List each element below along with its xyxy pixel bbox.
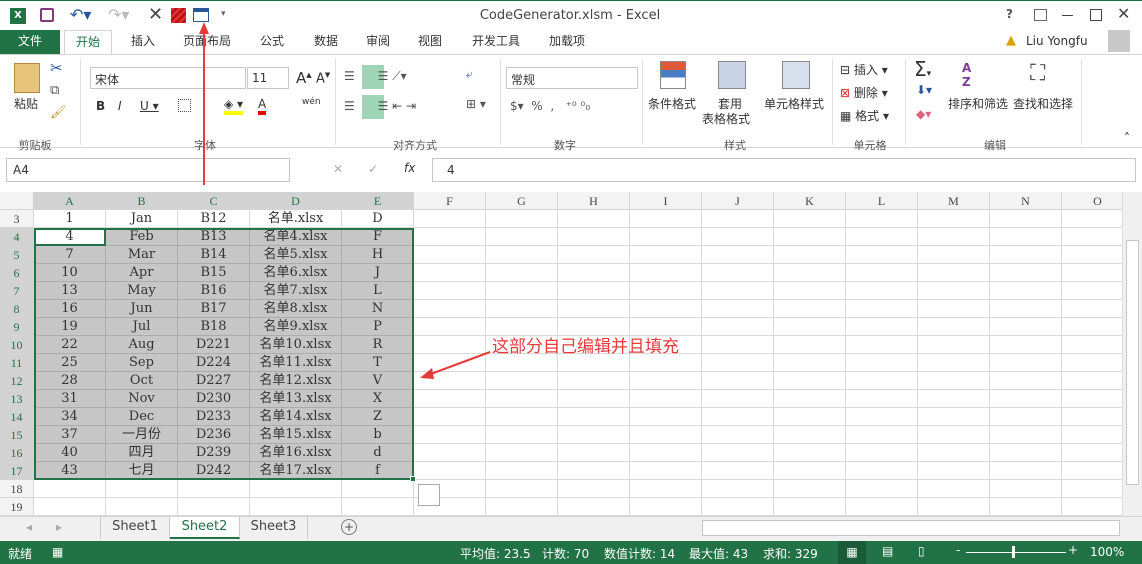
- arrow-to-selection: [427, 351, 491, 376]
- annotation-note: 这部分自己编辑并且填充: [492, 337, 679, 357]
- annotation-arrows: [199, 22, 491, 379]
- arrow-head-up-icon: [199, 22, 209, 34]
- arrow-head-left-icon: [420, 368, 434, 379]
